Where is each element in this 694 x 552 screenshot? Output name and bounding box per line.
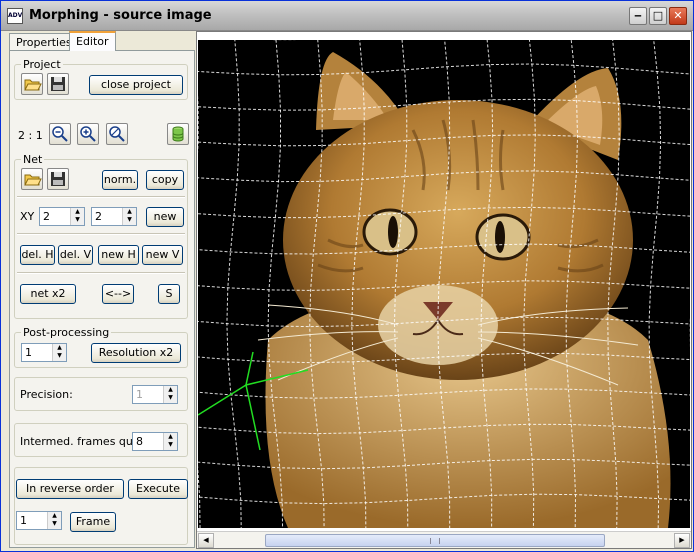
open-project-button[interactable] — [21, 73, 43, 95]
maximize-button[interactable]: □ — [649, 7, 667, 25]
frame-button[interactable]: Frame — [70, 512, 116, 532]
intermed-frames-group: Intermed. frames quant. 8 ▲ ▼ — [14, 423, 188, 457]
scrollbar-thumb[interactable] — [265, 534, 605, 547]
x-count-value: 2 — [43, 210, 50, 223]
zoom-level-label: 2 : 1 — [18, 129, 43, 142]
postprocessing-value: 1 — [25, 346, 32, 359]
y-count-stepper[interactable]: 2 ▲ ▼ — [91, 207, 137, 226]
app-icon: ADV — [7, 8, 23, 24]
app-window: ADV Morphing - source image ‒ □ ✕ Proper… — [0, 0, 694, 552]
intermed-frames-arrows[interactable]: ▲ ▼ — [163, 433, 177, 450]
zoom-in-button[interactable] — [77, 123, 99, 145]
del-v-button[interactable]: del. V — [58, 245, 93, 265]
postprocessing-stepper[interactable]: 1 ▲ ▼ — [21, 343, 67, 362]
resolution-x2-button[interactable]: Resolution x2 — [91, 343, 181, 363]
precision-arrows[interactable]: ▲ ▼ — [163, 386, 177, 403]
folder-open-icon — [24, 79, 42, 91]
precision-label: Precision: — [20, 388, 73, 401]
net-x2-button[interactable]: net x2 — [20, 284, 76, 304]
execute-button[interactable]: Execute — [128, 479, 188, 499]
zoom-in-icon — [80, 126, 96, 142]
zoom-out-button[interactable] — [49, 123, 71, 145]
project-group: Project close project — [14, 58, 188, 100]
scrollbar-grip — [430, 538, 440, 544]
new-net-button[interactable]: new — [146, 207, 184, 227]
del-h-button[interactable]: del. H — [20, 245, 55, 265]
left-panel: Properties Editor Project close project … — [3, 31, 195, 551]
separator — [17, 272, 185, 274]
intermed-frames-value: 8 — [136, 435, 143, 448]
editor-tab-body: Project close project 2 : 1 Net norm. co… — [9, 50, 195, 548]
frame-stepper[interactable]: 1 ▲ ▼ — [16, 511, 62, 530]
actions-group: In reverse order Execute 1 ▲ ▼ Frame — [14, 467, 188, 545]
intermed-frames-stepper[interactable]: 8 ▲ ▼ — [132, 432, 178, 451]
new-h-button[interactable]: new H — [98, 245, 139, 265]
scroll-left-button[interactable]: ◀ — [198, 533, 214, 548]
tab-editor[interactable]: Editor — [69, 31, 116, 51]
minimize-button[interactable]: ‒ — [629, 7, 647, 25]
postprocessing-group-label: Post-processing — [21, 326, 112, 339]
save-project-button[interactable] — [47, 73, 69, 95]
close-button[interactable]: ✕ — [669, 7, 687, 25]
postprocessing-group: Post-processing 1 ▲ ▼ Resolution x2 — [14, 326, 188, 368]
save-net-button[interactable] — [47, 168, 69, 190]
cat-left-pupil — [388, 216, 398, 248]
swap-button[interactable]: <--> — [102, 284, 134, 304]
project-group-label: Project — [21, 58, 63, 71]
cat-right-pupil — [495, 221, 505, 253]
net-group-label: Net — [21, 153, 45, 166]
y-count-value: 2 — [95, 210, 102, 223]
new-v-button[interactable]: new V — [142, 245, 183, 265]
folder-open-icon — [24, 174, 42, 186]
source-image-area[interactable] — [198, 40, 690, 528]
frame-arrows[interactable]: ▲ ▼ — [47, 512, 61, 529]
net-group: Net norm. copy XY 2 ▲ ▼ 2 ▲ ▼ new del. H… — [14, 153, 188, 319]
window-title: Morphing - source image — [29, 8, 212, 23]
close-project-button[interactable]: close project — [89, 75, 183, 95]
separator — [17, 196, 185, 198]
precision-value: 1 — [136, 388, 143, 401]
copy-button[interactable]: copy — [146, 170, 184, 190]
separator — [17, 233, 185, 235]
zoom-out-icon — [52, 126, 68, 142]
x-count-arrows[interactable]: ▲ ▼ — [70, 208, 84, 225]
precision-group: Precision: 1 ▲ ▼ — [14, 377, 188, 411]
floppy-disk-icon — [51, 77, 65, 91]
horizontal-scrollbar[interactable]: ◀ ▶ — [197, 531, 691, 548]
floppy-disk-icon — [51, 172, 65, 186]
database-icon — [172, 126, 184, 142]
x-count-stepper[interactable]: 2 ▲ ▼ — [39, 207, 85, 226]
scroll-right-button[interactable]: ▶ — [674, 533, 690, 548]
zoom-reset-icon — [109, 126, 125, 142]
s-button[interactable]: S — [158, 284, 180, 304]
reverse-order-button[interactable]: In reverse order — [16, 479, 124, 499]
image-canvas-frame: ◀ ▶ — [196, 31, 692, 549]
title-bar[interactable]: ADV Morphing - source image ‒ □ ✕ — [1, 1, 693, 31]
precision-stepper[interactable]: 1 ▲ ▼ — [132, 385, 178, 404]
open-net-button[interactable] — [21, 168, 43, 190]
database-button[interactable] — [167, 123, 189, 145]
y-count-arrows[interactable]: ▲ ▼ — [122, 208, 136, 225]
frame-value: 1 — [20, 514, 27, 527]
norm-button[interactable]: norm. — [102, 170, 138, 190]
xy-label: XY — [20, 210, 35, 223]
source-image[interactable] — [198, 40, 690, 528]
zoom-reset-button[interactable] — [106, 123, 128, 145]
postprocessing-arrows[interactable]: ▲ ▼ — [52, 344, 66, 361]
